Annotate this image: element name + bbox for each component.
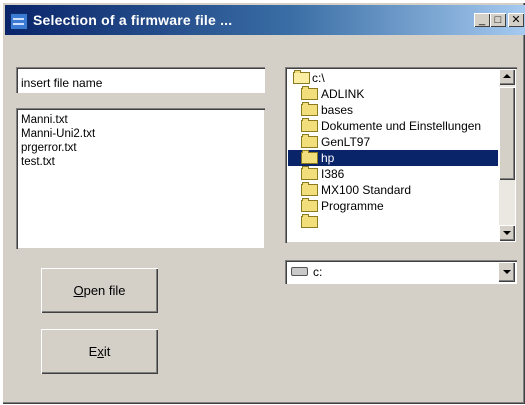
file-list-item[interactable]: Manni.txt [21,114,68,126]
open-file-mnemonic: O [73,283,84,298]
file-list-item[interactable]: test.txt [21,156,55,168]
minimize-button[interactable]: _ [474,13,490,27]
drive-dropdown-button[interactable] [498,262,515,282]
folder-icon [301,86,318,100]
folder-icon [301,198,318,212]
file-list-item[interactable]: prgerror.txt [21,142,77,154]
folder-icon [301,166,318,180]
scroll-down-button[interactable] [499,225,515,241]
directory-item-dokumente[interactable]: Dokumente und Einstellungen [289,118,499,134]
directory-list[interactable]: c:\ ADLINK bases Dokumente und Einstellu… [285,67,517,243]
directory-item-genlt97[interactable]: GenLT97 [289,134,499,150]
directory-item-hp[interactable]: hp [288,150,498,166]
folder-icon [301,214,318,228]
drive-select-value: c: [313,265,323,279]
folder-icon [301,134,318,148]
close-button[interactable]: ✕ [508,13,524,27]
title-bar[interactable]: Selection of a firmware file ... _ □ ✕ [5,5,525,35]
directory-item-bases[interactable]: bases [289,102,499,118]
directory-scrollbar[interactable] [499,69,515,241]
exit-label-rest: it [103,344,111,359]
window-title: Selection of a firmware file ... [33,12,233,28]
file-list[interactable]: Manni.txt Manni-Uni2.txt prgerror.txt te… [16,108,265,249]
close-icon: ✕ [511,14,521,26]
minimize-icon: _ [478,14,486,26]
application-icon [10,13,28,30]
arrow-down-icon [503,231,511,235]
directory-item-programme[interactable]: Programme [289,198,499,214]
file-name-input[interactable] [16,67,265,93]
folder-icon [301,182,318,196]
directory-label: GenLT97 [321,135,371,149]
directory-label: bases [321,103,354,117]
drive-icon [291,267,308,276]
directory-item-partial [289,214,499,230]
folder-icon [301,118,318,132]
folder-icon [301,102,318,116]
open-file-label-rest: pen file [83,283,126,298]
maximize-button[interactable]: □ [490,13,506,27]
scroll-up-button[interactable] [499,69,515,85]
folder-icon [301,150,318,164]
scrollbar-thumb[interactable] [499,87,515,180]
directory-label: Programme [321,199,384,213]
directory-label: Dokumente und Einstellungen [321,119,482,133]
directory-label: ADLINK [321,87,365,101]
directory-item-adlink[interactable]: ADLINK [289,86,499,102]
directory-item-root[interactable]: c:\ [289,70,499,86]
open-file-button[interactable]: Open file [41,268,158,313]
directory-label: I386 [321,167,345,181]
file-list-item[interactable]: Manni-Uni2.txt [21,128,95,140]
open-folder-icon [293,70,310,84]
directory-label: hp [321,151,335,165]
directory-label: MX100 Standard [321,183,412,197]
maximize-icon: □ [494,14,502,26]
directory-label: c:\ [312,71,325,85]
chevron-down-icon [503,270,511,274]
directory-item-mx100[interactable]: MX100 Standard [289,182,499,198]
arrow-up-icon [503,74,511,78]
directory-item-i386[interactable]: I386 [289,166,499,182]
exit-button[interactable]: Exit [41,329,158,374]
drive-select[interactable]: c: [285,260,517,284]
firmware-file-dialog: Selection of a firmware file ... _ □ ✕ M… [2,2,525,404]
